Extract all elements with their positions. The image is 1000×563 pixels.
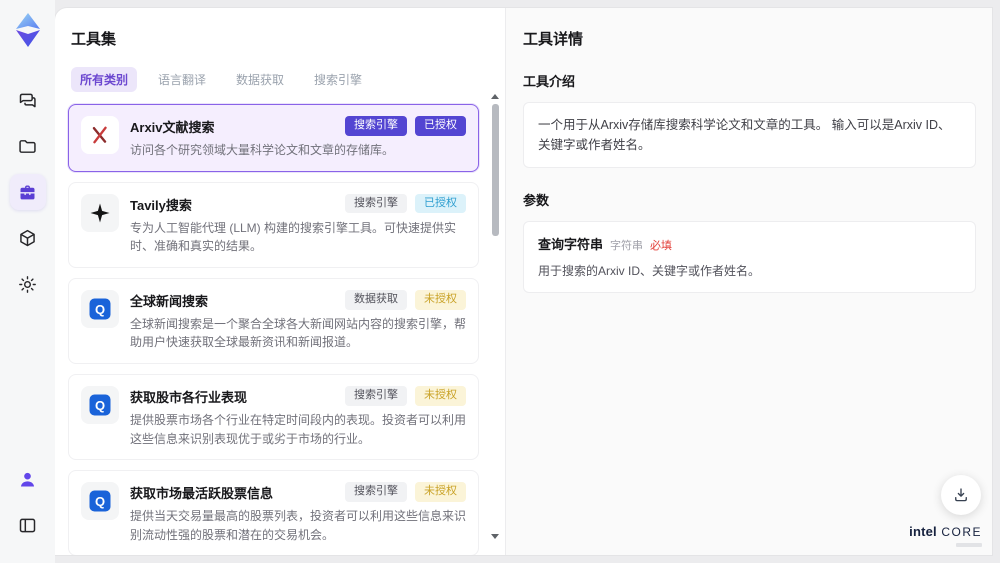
folder-icon <box>17 136 38 157</box>
tool-card[interactable]: Arxiv文献搜索 搜索引擎 已授权 访问各个研究领域大量科学论文和文章的存储库… <box>68 104 479 172</box>
sidebar-item-packages[interactable] <box>10 220 46 256</box>
tool-description: 提供当天交易量最高的股票列表，投资者可以利用这些信息来识别流动性强的股票和潜在的… <box>130 509 467 542</box>
param-box: 查询字符串 字符串 必填 用于搜索的Arxiv ID、关键字或作者姓名。 <box>523 221 976 293</box>
tool-card[interactable]: Tavily搜索 搜索引擎 已授权 专为人工智能代理 (LLM) 构建的搜索引擎… <box>68 181 479 268</box>
sidebar-item-user[interactable] <box>10 461 46 497</box>
category-tabs: 所有类别 语言翻译 数据获取 搜索引擎 <box>71 67 491 92</box>
left-rail <box>0 0 55 563</box>
download-icon <box>952 486 970 504</box>
core-logo-text: CORE <box>941 525 982 539</box>
param-desc: 用于搜索的Arxiv ID、关键字或作者姓名。 <box>538 264 761 278</box>
tab-1[interactable]: 语言翻译 <box>149 67 215 92</box>
download-button[interactable] <box>941 475 981 515</box>
app-logo-icon <box>11 12 45 48</box>
tool-name: Tavily搜索 <box>130 197 192 213</box>
auth-tag: 已授权 <box>415 116 466 136</box>
tool-description: 提供股票市场各个行业在特定时间段内的表现。投资者可以利用这些信息来识别表现优于或… <box>130 412 467 446</box>
auth-tag: 未授权 <box>415 385 466 406</box>
page-title: 工具集 <box>71 31 117 48</box>
intel-core-logo: intel CORE <box>909 524 982 547</box>
blueq-icon: Q <box>81 385 119 424</box>
package-icon <box>17 228 38 249</box>
svg-text:Q: Q <box>95 302 105 317</box>
intel-logo-subline <box>956 543 982 547</box>
tool-description: 专为人工智能代理 (LLM) 构建的搜索引擎工具。可快速提供实时、准确和真实的结… <box>130 220 457 254</box>
arxiv-icon <box>81 116 119 154</box>
scrollbar-up-arrow[interactable] <box>491 94 499 99</box>
sidebar-item-chat[interactable] <box>10 82 46 118</box>
category-tag: 搜索引擎 <box>345 385 407 406</box>
param-type: 字符串 <box>610 240 644 252</box>
sidebar-item-files[interactable] <box>10 128 46 164</box>
tab-3[interactable]: 搜索引擎 <box>305 67 371 92</box>
svg-text:Q: Q <box>95 398 105 413</box>
tool-card[interactable]: Q 获取市场最活跃股票信息 搜索引擎 未授权 提供当天交易量最高的股票列表，投资… <box>68 470 479 555</box>
intro-heading: 工具介绍 <box>523 74 576 89</box>
tool-list-panel: 工具集 所有类别 语言翻译 数据获取 搜索引擎 Arxiv文献搜索 搜索引擎 已授权 … <box>55 8 505 555</box>
param-required-badge: 必填 <box>650 240 673 252</box>
param-name: 查询字符串 <box>538 237 604 252</box>
tool-name: 获取股市各行业表现 <box>130 389 248 405</box>
intro-text: 一个用于从Arxiv存储库搜索科学论文和文章的工具。 输入可以是Arxiv ID… <box>538 118 951 152</box>
sidebar-toggle-panel[interactable] <box>10 507 46 543</box>
auth-tag: 未授权 <box>415 289 466 310</box>
intel-logo-text: intel <box>909 524 937 539</box>
layout-panel-icon <box>17 515 38 536</box>
category-tag: 搜索引擎 <box>345 482 407 502</box>
tool-name: Arxiv文献搜索 <box>130 120 215 135</box>
sidebar-item-tools[interactable] <box>9 174 46 210</box>
blueq-icon: Q <box>81 482 119 521</box>
tool-card[interactable]: Q 获取股市各行业表现 搜索引擎 未授权 提供股票市场各个行业在特定时间段内的表… <box>68 373 479 461</box>
tool-name: 全球新闻搜索 <box>130 293 209 309</box>
main-frame: 工具集 所有类别 语言翻译 数据获取 搜索引擎 Arxiv文献搜索 搜索引擎 已授权 … <box>55 8 992 555</box>
tool-list: Arxiv文献搜索 搜索引擎 已授权 访问各个研究领域大量科学论文和文章的存储库… <box>68 104 491 555</box>
blueq-icon: Q <box>81 289 119 328</box>
tab-2[interactable]: 数据获取 <box>227 67 293 92</box>
tool-description: 全球新闻搜索是一个聚合全球各大新闻网站内容的搜索引擎，帮助用户快速获取全球最新资… <box>130 316 467 350</box>
tool-name: 获取市场最活跃股票信息 <box>130 486 274 502</box>
params-heading: 参数 <box>523 193 550 208</box>
detail-title: 工具详情 <box>523 31 584 48</box>
category-tag: 数据获取 <box>345 289 407 310</box>
tool-detail-panel: 工具详情 工具介绍 一个用于从Arxiv存储库搜索科学论文和文章的工具。 输入可… <box>505 8 992 555</box>
tool-card[interactable]: Q 全球新闻搜索 数据获取 未授权 全球新闻搜索是一个聚合全球各大新闻网站内容的… <box>68 277 479 364</box>
tab-0[interactable]: 所有类别 <box>71 67 138 92</box>
category-tag: 搜索引擎 <box>345 193 407 214</box>
scrollbar-thumb[interactable] <box>492 104 499 236</box>
intro-box: 一个用于从Arxiv存储库搜索科学论文和文章的工具。 输入可以是Arxiv ID… <box>523 102 976 168</box>
tavily-icon <box>81 193 119 232</box>
chat-icon <box>17 90 38 111</box>
settings-gear-icon <box>17 274 38 295</box>
toolbox-icon <box>17 182 38 203</box>
svg-text:Q: Q <box>95 494 105 509</box>
scrollbar-down-arrow[interactable] <box>491 534 499 539</box>
user-icon <box>17 469 38 490</box>
auth-tag: 未授权 <box>415 482 466 502</box>
category-tag: 搜索引擎 <box>345 116 407 136</box>
tool-description: 访问各个研究领域大量科学论文和文章的存储库。 <box>130 143 395 157</box>
sidebar-item-settings[interactable] <box>10 266 46 302</box>
auth-tag: 已授权 <box>415 193 466 214</box>
